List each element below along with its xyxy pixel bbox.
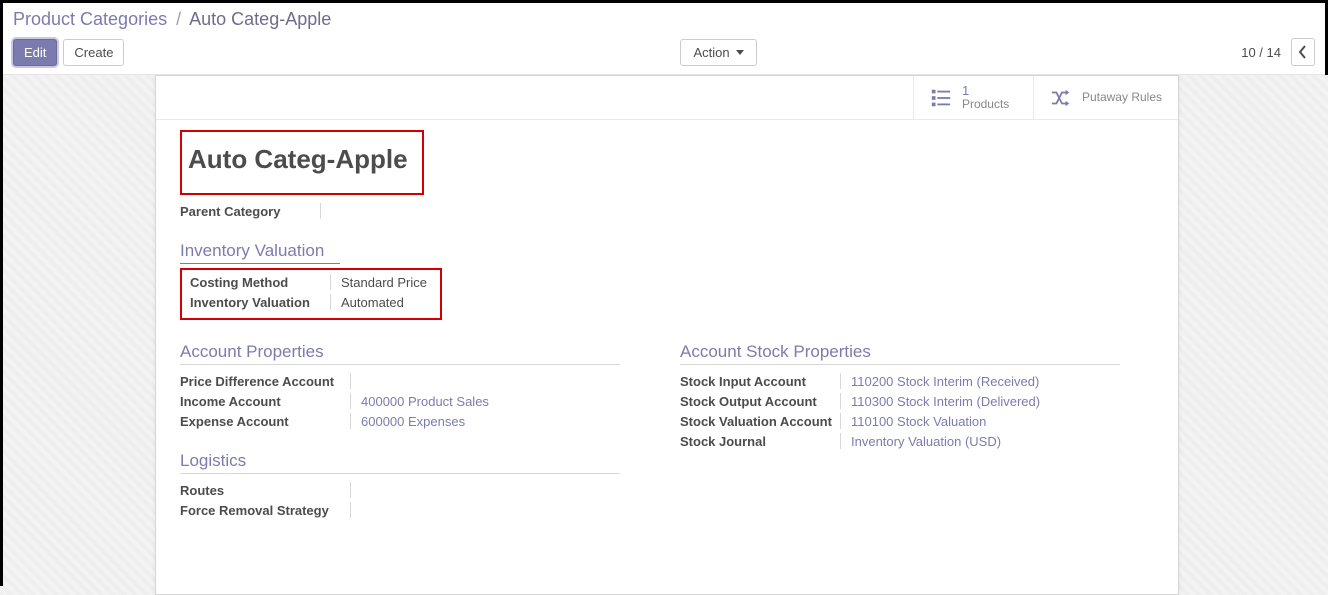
price-diff-account-label: Price Difference Account: [180, 374, 350, 389]
control-bar: Edit Create Action 10 / 14: [3, 32, 1325, 75]
account-properties-section-title: Account Properties: [180, 342, 620, 365]
shuffle-icon: [1050, 87, 1072, 109]
account-stock-properties-section-title: Account Stock Properties: [680, 342, 1120, 365]
title-highlight-box: Auto Categ-Apple: [180, 130, 424, 195]
pager-position: 10 / 14: [1241, 45, 1281, 60]
stock-valuation-account-label: Stock Valuation Account: [680, 414, 840, 429]
stock-input-account-label: Stock Input Account: [680, 374, 840, 389]
field-separator: [320, 203, 321, 219]
putaway-rules-label: Putaway Rules: [1082, 91, 1162, 104]
field-separator: [840, 373, 841, 389]
inventory-valuation-highlight-box: Costing Method Standard Price Inventory …: [180, 268, 442, 320]
income-account-value[interactable]: 400000 Product Sales: [361, 394, 489, 409]
costing-method-label: Costing Method: [190, 275, 330, 290]
products-stat-button[interactable]: 1 Products: [913, 76, 1033, 119]
chevron-left-icon: [1298, 45, 1308, 59]
breadcrumb: Product Categories / Auto Categ-Apple: [3, 3, 1325, 32]
stock-output-account-value[interactable]: 110300 Stock Interim (Delivered): [851, 394, 1040, 409]
breadcrumb-separator: /: [176, 9, 181, 29]
parent-category-label: Parent Category: [180, 204, 320, 219]
field-separator: [350, 482, 351, 498]
field-separator: [330, 274, 331, 290]
putaway-rules-button[interactable]: Putaway Rules: [1033, 76, 1178, 119]
income-account-label: Income Account: [180, 394, 350, 409]
field-separator: [350, 413, 351, 429]
field-separator: [840, 433, 841, 449]
field-separator: [350, 393, 351, 409]
field-separator: [840, 393, 841, 409]
button-box: 1 Products Putaway Rules: [156, 76, 1178, 120]
pager-prev-button[interactable]: [1291, 38, 1315, 66]
routes-label: Routes: [180, 483, 350, 498]
breadcrumb-current: Auto Categ-Apple: [189, 9, 331, 29]
form-sheet: 1 Products Putaway Rules Auto Categ-Appl…: [155, 75, 1179, 595]
edit-button[interactable]: Edit: [13, 39, 57, 66]
create-button[interactable]: Create: [63, 39, 124, 66]
stock-journal-label: Stock Journal: [680, 434, 840, 449]
expense-account-label: Expense Account: [180, 414, 350, 429]
field-separator: [350, 502, 351, 518]
inventory-valuation-label: Inventory Valuation: [190, 295, 330, 310]
logistics-section-title: Logistics: [180, 451, 620, 474]
field-separator: [350, 373, 351, 389]
inventory-valuation-section-title: Inventory Valuation: [180, 241, 340, 264]
field-separator: [840, 413, 841, 429]
caret-down-icon: [736, 50, 744, 55]
force-removal-strategy-label: Force Removal Strategy: [180, 503, 350, 518]
stock-journal-value[interactable]: Inventory Valuation (USD): [851, 434, 1001, 449]
products-label: Products: [962, 98, 1009, 111]
costing-method-value: Standard Price: [341, 275, 427, 290]
breadcrumb-parent-link[interactable]: Product Categories: [13, 9, 167, 29]
stock-input-account-value[interactable]: 110200 Stock Interim (Received): [851, 374, 1039, 389]
inventory-valuation-value: Automated: [341, 295, 404, 310]
pager: 10 / 14: [1241, 38, 1315, 66]
field-separator: [330, 294, 331, 310]
expense-account-value[interactable]: 600000 Expenses: [361, 414, 465, 429]
page-title: Auto Categ-Apple: [188, 144, 408, 175]
stock-valuation-account-value[interactable]: 110100 Stock Valuation: [851, 414, 986, 429]
action-dropdown[interactable]: Action: [680, 39, 756, 66]
products-count: 1: [962, 84, 1009, 98]
main-area: 1 Products Putaway Rules Auto Categ-Appl…: [3, 75, 1328, 595]
list-icon: [930, 87, 952, 109]
stock-output-account-label: Stock Output Account: [680, 394, 840, 409]
action-label: Action: [693, 45, 729, 60]
